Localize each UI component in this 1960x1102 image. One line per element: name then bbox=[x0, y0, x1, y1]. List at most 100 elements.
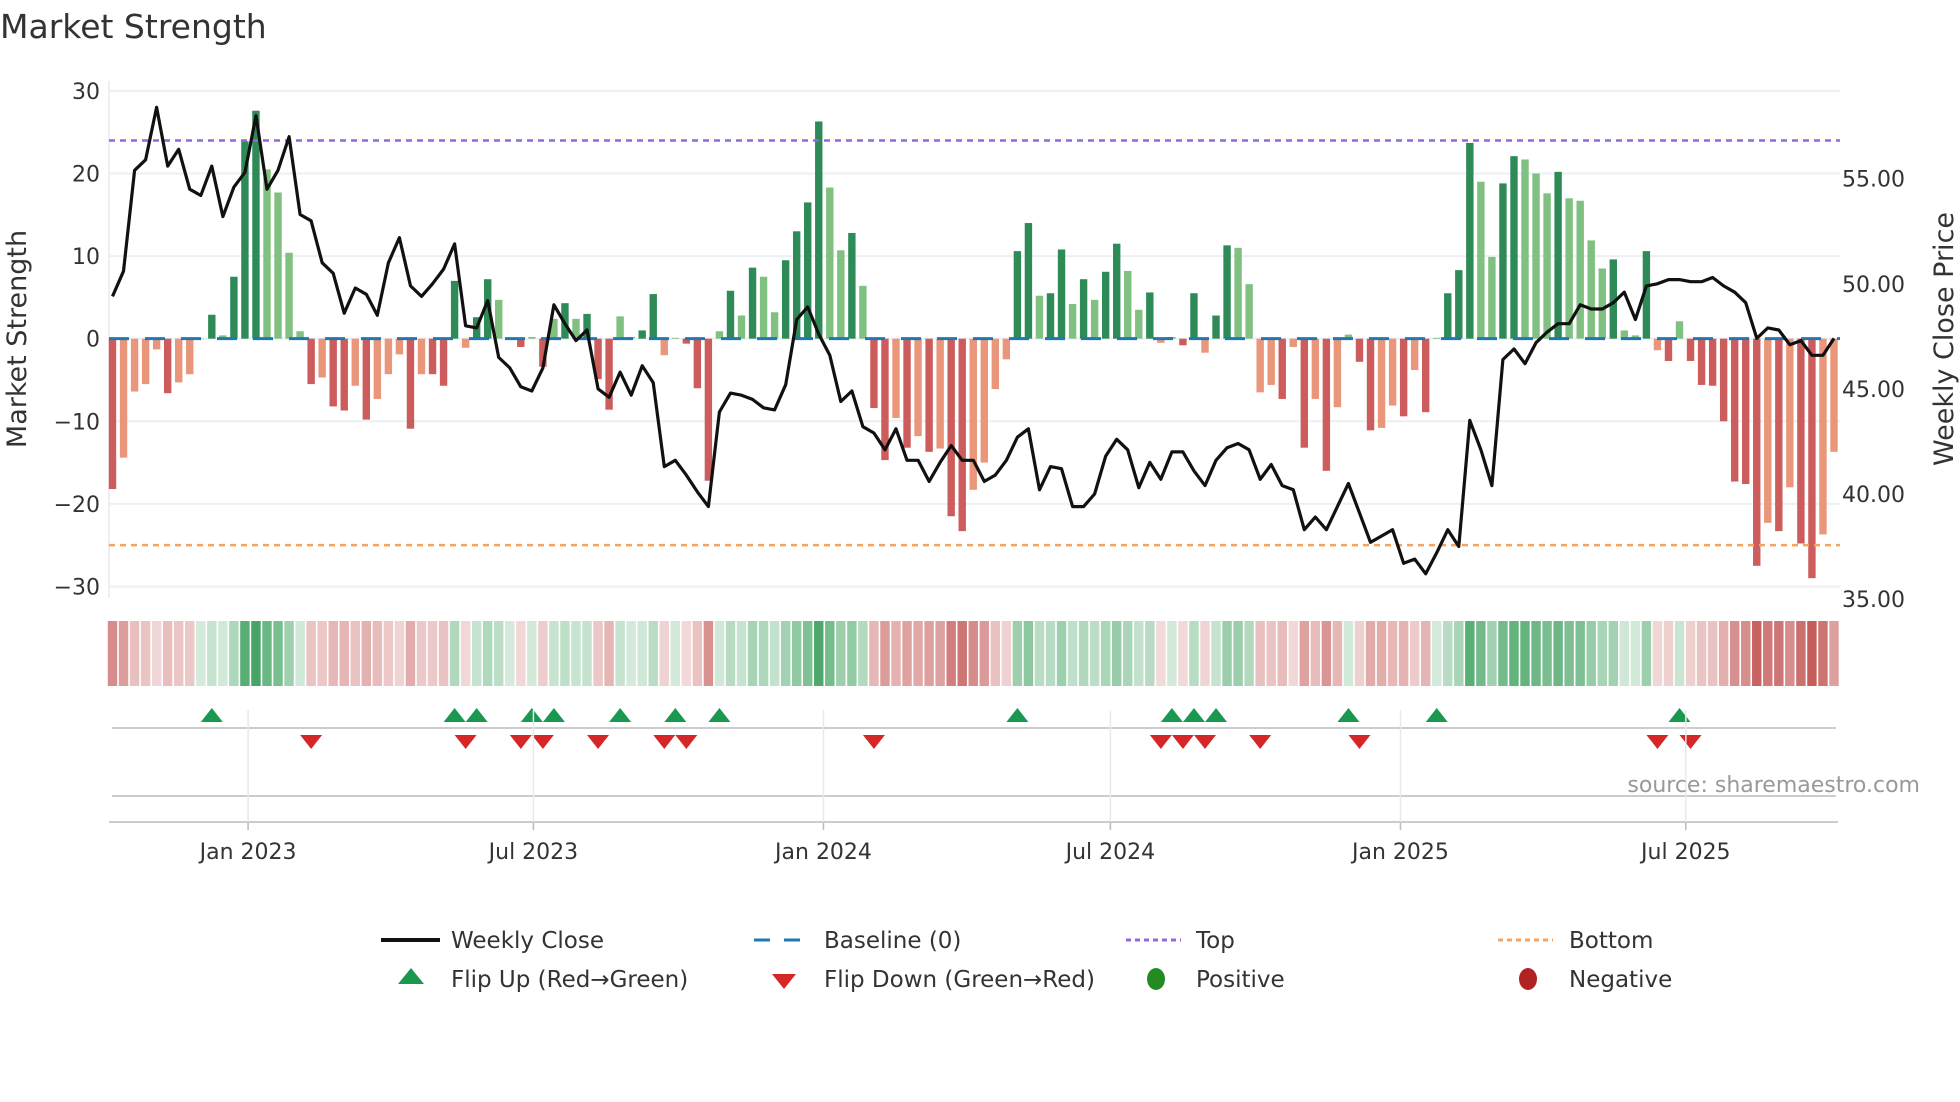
heat-cell bbox=[1641, 621, 1652, 686]
strength-bar-positive bbox=[1510, 156, 1518, 339]
strength-bar-positive bbox=[1146, 292, 1154, 339]
heat-cell bbox=[1123, 621, 1133, 686]
flip-up-marker bbox=[1668, 708, 1691, 722]
heat-cell bbox=[218, 621, 228, 686]
heat-cell bbox=[460, 621, 471, 686]
heat-cell bbox=[383, 621, 394, 686]
source-label: source: sharemaestro.com bbox=[1627, 773, 1920, 798]
heat-cell bbox=[1630, 621, 1641, 686]
heat-cell bbox=[1134, 621, 1144, 686]
flip-up-marker bbox=[1337, 708, 1360, 722]
strength-bar-negative bbox=[130, 338, 139, 392]
strength-bar-positive bbox=[1035, 295, 1044, 339]
strength-bar-negative bbox=[119, 338, 128, 458]
heat-cell bbox=[1233, 621, 1243, 686]
flip-up-marker bbox=[1182, 708, 1205, 722]
strength-bar-positive bbox=[1554, 171, 1562, 339]
strength-bar-positive bbox=[826, 187, 834, 339]
heat-cell bbox=[571, 621, 581, 686]
strength-bar-negative bbox=[1278, 338, 1286, 399]
strength-bar-positive bbox=[252, 110, 260, 339]
heat-cell bbox=[1763, 621, 1773, 686]
heat-cell bbox=[494, 621, 504, 686]
strength-bar-negative bbox=[1267, 338, 1275, 385]
heat-cell bbox=[295, 621, 305, 686]
heat-cell bbox=[769, 621, 780, 686]
flip-up-marker bbox=[542, 708, 565, 722]
strength-bar-positive bbox=[1090, 299, 1099, 339]
strength-bar-positive bbox=[263, 169, 271, 339]
strength-bar-negative bbox=[1819, 338, 1827, 535]
flip-down-marker bbox=[531, 735, 554, 749]
heat-cell bbox=[758, 621, 769, 686]
heat-cell bbox=[372, 621, 383, 686]
heat-cell bbox=[162, 621, 173, 686]
strength-bar-negative bbox=[1355, 338, 1364, 362]
heat-cell bbox=[990, 621, 1001, 686]
strength-bar-positive bbox=[1135, 309, 1143, 339]
strength-bar-negative bbox=[1697, 338, 1706, 385]
heat-cell bbox=[140, 621, 151, 686]
strength-bar-positive bbox=[1444, 293, 1452, 339]
flip-up-marker bbox=[1205, 708, 1228, 722]
heat-cell bbox=[814, 621, 824, 686]
strength-bar-positive bbox=[1234, 247, 1242, 339]
flip-down-marker bbox=[1193, 735, 1216, 749]
heat-cell bbox=[1564, 621, 1574, 686]
strength-bar-negative bbox=[1708, 338, 1717, 386]
y-axis-label: Market Strength bbox=[2, 230, 33, 448]
strength-bar-negative bbox=[340, 338, 348, 411]
legend-weekly-close: Weekly Close bbox=[381, 928, 604, 954]
strength-bar-negative bbox=[1002, 338, 1011, 360]
heat-cell bbox=[438, 621, 449, 686]
flip-down-marker bbox=[1348, 735, 1371, 749]
heat-cell bbox=[405, 621, 416, 686]
strength-bar-negative bbox=[1664, 338, 1673, 361]
heat-cell bbox=[1498, 621, 1508, 686]
y2-tick-label: 50.00 bbox=[1842, 273, 1905, 298]
strength-bar-negative bbox=[1377, 338, 1386, 428]
strength-bar-positive bbox=[1190, 293, 1198, 339]
strength-bar-positive bbox=[1101, 271, 1110, 339]
flip-down-marker bbox=[675, 735, 698, 749]
legend-label: Flip Up (Red→Green) bbox=[451, 967, 688, 993]
flip-down-marker bbox=[1149, 735, 1172, 749]
strength-bar-negative bbox=[373, 338, 382, 399]
strength-bar-negative bbox=[693, 338, 702, 389]
strength-bar-positive bbox=[495, 299, 503, 339]
heat-cell bbox=[880, 621, 890, 686]
heat-cell bbox=[151, 621, 162, 686]
heat-cell bbox=[560, 621, 570, 686]
heat-cell bbox=[725, 621, 736, 686]
heat-cell bbox=[979, 621, 990, 686]
heat-cell bbox=[1575, 621, 1585, 686]
flip-up-marker bbox=[443, 708, 466, 722]
flip-up-marker bbox=[708, 708, 731, 722]
heat-cell bbox=[681, 621, 692, 686]
y2-tick-label: 45.00 bbox=[1842, 378, 1905, 403]
heat-cell bbox=[582, 621, 592, 686]
heat-cell bbox=[1608, 621, 1619, 686]
flip-down-marker bbox=[509, 735, 532, 749]
flip-down-marker bbox=[587, 735, 610, 749]
heat-cell bbox=[1034, 621, 1045, 686]
heat-cell bbox=[1597, 621, 1607, 686]
heat-cell bbox=[1067, 621, 1078, 686]
heat-cell bbox=[968, 621, 978, 686]
strength-bar-positive bbox=[1543, 193, 1551, 339]
strength-bar-negative bbox=[605, 338, 613, 410]
heat-cell bbox=[615, 621, 625, 686]
x-tick-label: Jul 2024 bbox=[1064, 840, 1156, 865]
strength-bar-positive bbox=[1455, 270, 1463, 339]
heat-cell bbox=[1089, 621, 1100, 686]
heat-cell bbox=[427, 621, 438, 686]
heat-cell bbox=[703, 621, 714, 686]
strength-bar-negative bbox=[351, 338, 359, 386]
heat-cell bbox=[1167, 621, 1177, 686]
strength-bar-positive bbox=[1466, 142, 1474, 339]
x-axis-ticks: Jan 2023 Jul 2023 Jan 2024 Jul 2024 Jan 2025… bbox=[198, 710, 1731, 865]
strength-bar-positive bbox=[1433, 337, 1441, 339]
strength-bar-positive bbox=[815, 121, 823, 339]
strength-bar-positive bbox=[1675, 321, 1684, 339]
heat-cell bbox=[1321, 621, 1332, 686]
